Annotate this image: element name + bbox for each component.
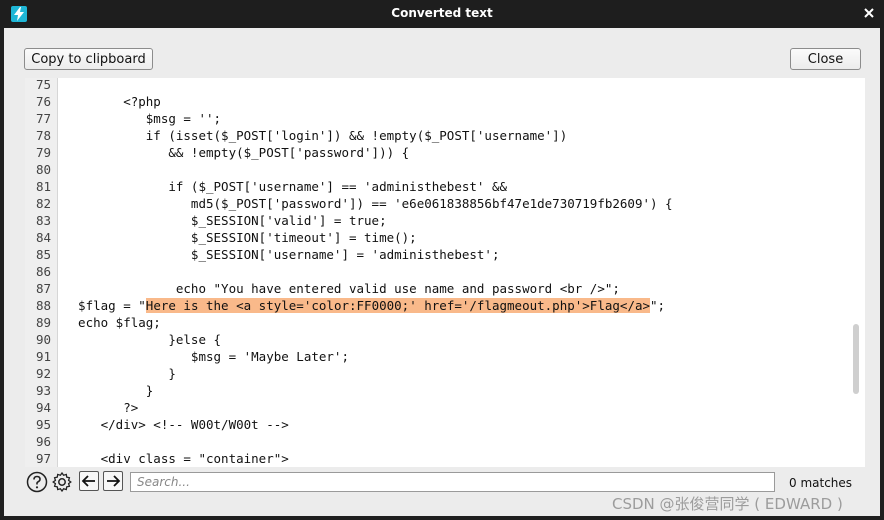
line-number: 75 (35, 78, 51, 92)
line-number: 97 (35, 451, 51, 466)
line-number: 85 (35, 247, 51, 262)
line-number: 84 (35, 230, 51, 245)
code-line: 88 $flag = "Here is the <a style='color:… (25, 297, 865, 314)
code-line: 91 $msg = 'Maybe Later'; (25, 348, 865, 365)
code-line: 79 && !empty($_POST['password'])) { (25, 144, 865, 161)
code-line: 87 echo "You have entered valid use name… (25, 280, 865, 297)
search-input[interactable]: Search... (130, 472, 775, 492)
line-number: 77 (35, 111, 51, 126)
line-text-before-highlight: $flag = " (63, 298, 146, 313)
line-number: 76 (35, 94, 51, 109)
line-text: if (isset($_POST['login']) && !empty($_P… (63, 128, 568, 143)
arrow-left-icon (81, 475, 95, 487)
line-text: } (63, 383, 154, 398)
code-line: 81 if ($_POST['username'] == 'administhe… (25, 178, 865, 195)
line-text: <div class = "container"> (63, 451, 289, 466)
code-line: 94 ?> (25, 399, 865, 416)
line-number: 92 (35, 366, 51, 381)
line-text: }else { (63, 332, 222, 347)
code-line: 80 (25, 161, 865, 178)
line-text: echo "You have entered valid use name an… (63, 281, 620, 296)
line-text: </div> <!-- W00t/W00t --> (63, 417, 289, 432)
find-next-button[interactable] (103, 471, 123, 491)
line-text: ?> (63, 400, 139, 415)
line-number: 93 (35, 383, 51, 398)
window-close-icon[interactable] (862, 5, 876, 19)
line-number: 89 (35, 315, 51, 330)
code-line: 84 $_SESSION['timeout'] = time(); (25, 229, 865, 246)
line-number: 86 (35, 264, 51, 279)
line-number: 96 (35, 434, 51, 449)
line-number: 83 (35, 213, 51, 228)
vertical-scrollbar[interactable] (853, 324, 859, 394)
code-line: 83 $_SESSION['valid'] = true; (25, 212, 865, 229)
line-text: $flag = "Here is the <a style='color:FF0… (63, 297, 665, 314)
settings-gear-icon[interactable] (51, 471, 73, 493)
copy-to-clipboard-button[interactable]: Copy to clipboard (24, 48, 153, 70)
line-text-after-highlight: "; (650, 298, 666, 313)
line-text: $_SESSION['timeout'] = time(); (63, 230, 417, 245)
code-line: 75 (25, 78, 865, 93)
line-text: $_SESSION['valid'] = true; (63, 213, 387, 228)
code-line: 96 (25, 433, 865, 450)
code-line: 76 <?php (25, 93, 865, 110)
title-bar: Converted text (0, 0, 884, 28)
code-line: 92 } (25, 365, 865, 382)
code-line: 93 } (25, 382, 865, 399)
line-number: 88 (35, 298, 51, 313)
window-title: Converted text (391, 6, 493, 20)
line-text: $msg = ''; (63, 111, 222, 126)
close-button[interactable]: Close (790, 48, 861, 70)
line-number: 79 (35, 145, 51, 160)
line-number: 78 (35, 128, 51, 143)
highlighted-text: Here is the <a style='color:FF0000;' hre… (145, 298, 651, 313)
converted-text-window: Converted text Copy to clipboard Close 7… (0, 0, 884, 520)
line-number: 91 (35, 349, 51, 364)
find-previous-button[interactable] (79, 471, 99, 491)
text-editor[interactable]: 75 76 <?php 77 $msg = ''; 78 if (isset($_PO… (25, 78, 865, 467)
dialog-body: Copy to clipboard Close 75 76 <?php 77 $ms… (4, 28, 880, 516)
line-number: 80 (35, 162, 51, 177)
line-number: 82 (35, 196, 51, 211)
line-number: 81 (35, 179, 51, 194)
code-line: 89 echo $flag; (25, 314, 865, 331)
watermark: CSDN @张俊营同学 ( EDWARD ) (612, 495, 843, 513)
code-line: 86 (25, 263, 865, 280)
code-line: 97 <div class = "container"> (25, 450, 865, 467)
code-line: 82 md5($_POST['password']) == 'e6e061838… (25, 195, 865, 212)
code-line: 95 </div> <!-- W00t/W00t --> (25, 416, 865, 433)
line-text: $_SESSION['username'] = 'administhebest'… (63, 247, 500, 262)
match-count: 0 matches (789, 476, 853, 490)
help-icon[interactable] (26, 471, 48, 493)
arrow-right-icon (107, 475, 121, 487)
line-number: 87 (35, 281, 51, 296)
code-line: 78 if (isset($_POST['login']) && !empty(… (25, 127, 865, 144)
line-number: 95 (35, 417, 51, 432)
line-text: $msg = 'Maybe Later'; (63, 349, 349, 364)
line-text: && !empty($_POST['password'])) { (63, 145, 410, 160)
line-text: md5($_POST['password']) == 'e6e061838856… (63, 196, 673, 211)
code-line: 85 $_SESSION['username'] = 'administhebe… (25, 246, 865, 263)
code-line: 90 }else { (25, 331, 865, 348)
code-line: 77 $msg = ''; (25, 110, 865, 127)
line-number: 94 (35, 400, 51, 415)
line-text: } (63, 366, 176, 381)
line-number: 90 (35, 332, 51, 347)
line-text: echo $flag; (63, 315, 161, 330)
line-text: if ($_POST['username'] == 'administhebes… (63, 179, 508, 194)
line-text: <?php (63, 94, 161, 109)
